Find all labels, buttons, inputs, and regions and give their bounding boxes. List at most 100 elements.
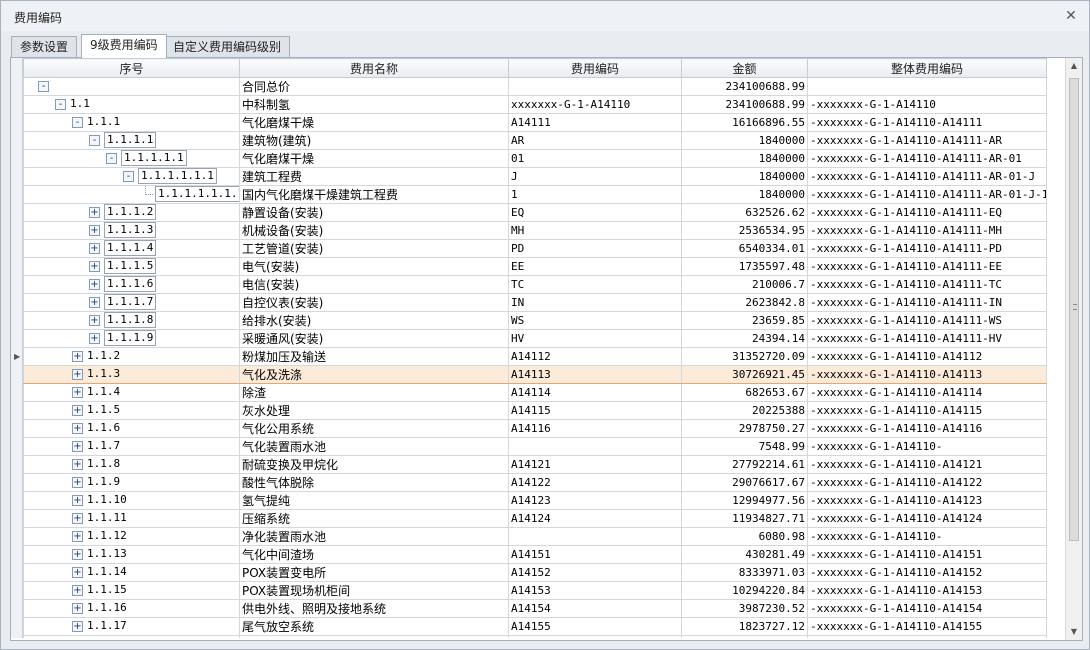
amount-cell[interactable]: 1840000	[681, 185, 808, 204]
scroll-up-icon[interactable]: ▲	[1066, 58, 1082, 74]
seq-cell[interactable]: +1.1.16	[23, 599, 240, 618]
code-cell[interactable]: J	[508, 167, 682, 186]
name-cell[interactable]: 工艺管道(安装)	[239, 239, 509, 258]
column-header-amount[interactable]: 金额	[681, 58, 808, 78]
amount-cell[interactable]: 2978750.27	[681, 419, 808, 438]
full-code-cell[interactable]: -xxxxxxx-G-1-A14110-A14153	[807, 581, 1047, 600]
code-cell[interactable]: A14122	[508, 473, 682, 492]
amount-cell[interactable]: 10294220.84	[681, 581, 808, 600]
table-row[interactable]: +1.1.13 气化中间渣场 A14151 430281.49 -xxxxxxx-G-1…	[23, 545, 1047, 564]
full-code-cell[interactable]: -xxxxxxx-G-1-A14110-A14111-TC	[807, 275, 1047, 294]
seq-cell[interactable]: +1.1.3	[23, 365, 240, 384]
table-row[interactable]: +1.1.1.4 工艺管道(安装) PD 6540334.01 -xxxxxxx-G-1…	[23, 239, 1047, 258]
table-row[interactable]: -1.1.1 气化磨煤干燥 A14111 16166896.55 -xxxxxxx-G-…	[23, 113, 1047, 132]
full-code-cell[interactable]: -xxxxxxx-G-1-A14110-A14123	[807, 491, 1047, 510]
amount-cell[interactable]: 234100688.99	[681, 95, 808, 114]
amount-cell[interactable]: 1840000	[681, 131, 808, 150]
amount-cell[interactable]: 24394.14	[681, 329, 808, 348]
seq-cell[interactable]: +1.1.15	[23, 581, 240, 600]
full-code-cell[interactable]: -xxxxxxx-G-1-A14110-A14111-AR-01	[807, 149, 1047, 168]
name-cell[interactable]: 尾气放空系统	[239, 617, 509, 636]
name-cell[interactable]: 氢气提纯	[239, 491, 509, 510]
amount-cell[interactable]: 2623842.8	[681, 293, 808, 312]
seq-cell[interactable]: +1.1.8	[23, 455, 240, 474]
full-code-cell[interactable]: -xxxxxxx-G-1-A14110-A14154	[807, 599, 1047, 618]
table-row[interactable]: -1.1.1.1.1.1 建筑工程费 J 1840000 -xxxxxxx-G-1-A1…	[23, 167, 1047, 186]
seq-cell[interactable]: 1.1.1.1.1.1.1	[23, 185, 240, 204]
name-cell[interactable]: 耐硫变换及甲烷化	[239, 455, 509, 474]
scrollbar-thumb[interactable]	[1069, 78, 1079, 541]
table-row[interactable]: 1.1.1.1.1.1.1 国内气化磨煤干燥建筑工程费 1 1840000 -xxxxx…	[23, 185, 1047, 204]
amount-cell[interactable]: 23659.85	[681, 311, 808, 330]
name-cell[interactable]: 供电外线、照明及接地系统	[239, 599, 509, 618]
table-row[interactable]: +1.1.9 酸性气体脱除 A14122 29076617.67 -xxxxxxx-G-…	[23, 473, 1047, 492]
expand-icon[interactable]: +	[72, 351, 83, 362]
seq-cell[interactable]: -	[23, 77, 240, 96]
code-cell[interactable]: A14154	[508, 599, 682, 618]
code-cell[interactable]: AR	[508, 131, 682, 150]
name-cell[interactable]: 气化装置雨水池	[239, 437, 509, 456]
table-row[interactable]: +1.1.18总图运输A141592008664-xxxxxxx-G-1-A14…	[23, 635, 1047, 638]
name-cell[interactable]: 酸性气体脱除	[239, 473, 509, 492]
full-code-cell[interactable]: -xxxxxxx-G-1-A14110-A14111-PD	[807, 239, 1047, 258]
column-header-seq[interactable]: 序号	[23, 58, 240, 78]
name-cell[interactable]: 净化装置雨水池	[239, 527, 509, 546]
table-row[interactable]: +1.1.11 压缩系统 A14124 11934827.71 -xxxxxxx-G-1…	[23, 509, 1047, 528]
full-code-cell[interactable]: -xxxxxxx-G-1-A14110-A14115	[807, 401, 1047, 420]
table-row[interactable]: +1.1.15 POX装置现场机柜间 A14153 10294220.84 -xxxxx…	[23, 581, 1047, 600]
seq-cell[interactable]: +1.1.4	[23, 383, 240, 402]
full-code-cell[interactable]: -xxxxxxx-G-1-A14110-A14159	[807, 635, 1047, 638]
amount-cell[interactable]: 430281.49	[681, 545, 808, 564]
collapse-icon[interactable]: -	[106, 153, 117, 164]
expand-icon[interactable]: +	[89, 279, 100, 290]
full-code-cell[interactable]: -xxxxxxx-G-1-A14110-A14121	[807, 455, 1047, 474]
expand-icon[interactable]: +	[72, 423, 83, 434]
code-cell[interactable]: EQ	[508, 203, 682, 222]
full-code-cell[interactable]: -xxxxxxx-G-1-A14110-A14111-AR-01-J-1	[807, 185, 1047, 204]
amount-cell[interactable]: 27792214.61	[681, 455, 808, 474]
expand-icon[interactable]: +	[89, 225, 100, 236]
amount-cell[interactable]: 1823727.12	[681, 617, 808, 636]
table-row[interactable]: +1.1.1.8 给排水(安装) WS 23659.85 -xxxxxxx-G-1-A1…	[23, 311, 1047, 330]
name-cell[interactable]: 气化公用系统	[239, 419, 509, 438]
seq-cell[interactable]: +1.1.1.3	[23, 221, 240, 240]
name-cell[interactable]: 压缩系统	[239, 509, 509, 528]
code-cell[interactable]: A14155	[508, 617, 682, 636]
table-row[interactable]: +1.1.1.7 自控仪表(安装) IN 2623842.8 -xxxxxxx-G-1-…	[23, 293, 1047, 312]
full-code-cell[interactable]: -xxxxxxx-G-1-A14110-A14122	[807, 473, 1047, 492]
name-cell[interactable]: 给排水(安装)	[239, 311, 509, 330]
seq-cell[interactable]: +1.1.12	[23, 527, 240, 546]
code-cell[interactable]: A14124	[508, 509, 682, 528]
title-bar[interactable]: 费用编码 ✕	[1, 1, 1089, 31]
table-row[interactable]: +1.1.17 尾气放空系统 A14155 1823727.12 -xxxxxxx-G-…	[23, 617, 1047, 636]
full-code-cell[interactable]: -xxxxxxx-G-1-A14110-A14151	[807, 545, 1047, 564]
table-row[interactable]: -1.1.1.1.1 气化磨煤干燥 01 1840000 -xxxxxxx-G-1-A1…	[23, 149, 1047, 168]
amount-cell[interactable]: 234100688.99	[681, 77, 808, 96]
tab-9-level-cost-code[interactable]: 9级费用编码	[81, 34, 167, 58]
code-cell[interactable]: A14123	[508, 491, 682, 510]
code-cell[interactable]: A14114	[508, 383, 682, 402]
seq-cell[interactable]: +1.1.13	[23, 545, 240, 564]
code-cell[interactable]: A14111	[508, 113, 682, 132]
amount-cell[interactable]: 632526.62	[681, 203, 808, 222]
name-cell[interactable]: 气化磨煤干燥	[239, 149, 509, 168]
amount-cell[interactable]: 2008664	[681, 635, 808, 638]
amount-cell[interactable]: 1735597.48	[681, 257, 808, 276]
expand-icon[interactable]: +	[72, 405, 83, 416]
code-cell[interactable]: EE	[508, 257, 682, 276]
table-row[interactable]: +1.1.8 耐硫变换及甲烷化 A14121 27792214.61 -xxxxxxx-…	[23, 455, 1047, 474]
expand-icon[interactable]: +	[89, 315, 100, 326]
code-cell[interactable]: WS	[508, 311, 682, 330]
expand-icon[interactable]: +	[72, 369, 83, 380]
expand-icon[interactable]: +	[89, 243, 100, 254]
expand-icon[interactable]: +	[72, 513, 83, 524]
full-code-cell[interactable]: -xxxxxxx-G-1-A14110-A14152	[807, 563, 1047, 582]
full-code-cell[interactable]: -xxxxxxx-G-1-A14110-A14155	[807, 617, 1047, 636]
code-cell[interactable]: IN	[508, 293, 682, 312]
amount-cell[interactable]: 210006.7	[681, 275, 808, 294]
table-row[interactable]: +1.1.5 灰水处理 A14115 20225388 -xxxxxxx-G-1-A14…	[23, 401, 1047, 420]
expand-icon[interactable]: +	[72, 549, 83, 560]
amount-cell[interactable]: 20225388	[681, 401, 808, 420]
amount-cell[interactable]: 30726921.45	[681, 365, 808, 384]
full-code-cell[interactable]: -xxxxxxx-G-1-A14110-A14113	[807, 365, 1047, 384]
